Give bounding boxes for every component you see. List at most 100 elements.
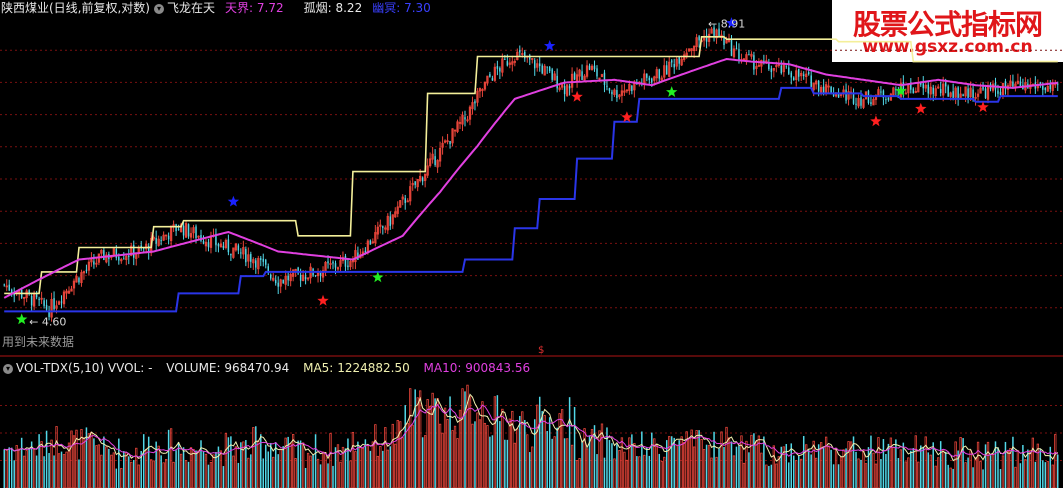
volume-bar <box>262 458 265 488</box>
candle-body <box>449 141 451 145</box>
buy-star-marker <box>16 313 28 325</box>
volume-bar <box>683 442 686 488</box>
volume-bar <box>62 454 66 488</box>
candle-body <box>3 284 5 286</box>
volume-bar <box>663 456 666 488</box>
candle-body <box>748 54 750 56</box>
volume-bar <box>306 452 310 488</box>
volume-bar <box>830 449 832 488</box>
volume-bar <box>526 434 529 488</box>
volume-bar <box>38 434 40 488</box>
volume-bar <box>1014 466 1017 488</box>
candle-body <box>962 94 964 97</box>
volume-bar <box>807 449 810 488</box>
volume-bar <box>907 457 910 488</box>
volume-bar <box>32 448 36 488</box>
volume-bar <box>93 438 95 488</box>
volume-bar <box>294 458 297 488</box>
volume-bar <box>409 388 412 488</box>
volume-bar <box>40 441 43 488</box>
volume-bar <box>837 464 840 488</box>
candle-body <box>202 241 205 244</box>
volume-bar <box>660 461 663 488</box>
candle-body <box>260 258 262 260</box>
volume-bar <box>880 458 882 488</box>
volume-bar <box>35 455 38 488</box>
bottom-star-marker <box>621 111 633 123</box>
volume-bar <box>707 445 711 488</box>
volume-bar <box>82 437 86 488</box>
volume-bar <box>1024 459 1027 488</box>
volume-bar <box>48 453 50 488</box>
volume-bar <box>603 457 606 488</box>
volume-bar <box>53 455 55 488</box>
volume-bar <box>197 450 200 488</box>
ma10-label: MA10: <box>423 361 462 375</box>
volume-bar <box>543 415 546 488</box>
kline-volume-chart[interactable]: ← 8.91 ← 4.60 <box>0 0 1063 488</box>
volume-bar <box>944 451 947 488</box>
volume-bar <box>967 457 969 488</box>
volume-bar <box>793 455 795 488</box>
bottom-star-marker <box>870 115 882 127</box>
volume-bar <box>60 451 63 488</box>
volume-bar <box>123 451 125 488</box>
volume-bar <box>551 438 553 488</box>
candle-body <box>78 278 80 283</box>
volume-bar <box>648 455 651 488</box>
volume-bar <box>790 443 793 488</box>
volume-options-icon[interactable]: ▾ <box>3 363 13 374</box>
candle-body <box>30 295 33 306</box>
volume-bar <box>304 467 307 488</box>
volume-bar <box>391 423 394 488</box>
candle-body <box>250 254 252 262</box>
buy-star-marker <box>666 86 678 97</box>
candle-body <box>128 255 130 257</box>
candle-body <box>240 252 242 254</box>
candle-body <box>334 263 337 268</box>
volume-bar <box>28 448 30 488</box>
volume-bar <box>755 440 758 488</box>
volume-bar <box>269 442 272 488</box>
volume-bar <box>339 461 342 488</box>
candle-body <box>414 181 416 185</box>
candle-body <box>1049 84 1052 90</box>
candle-body <box>93 261 95 265</box>
volume-bar <box>832 464 835 488</box>
candle-body <box>504 58 506 60</box>
volume-bar <box>954 441 957 488</box>
volume-bar <box>354 451 357 488</box>
volume-bar <box>585 448 589 488</box>
volume-bar <box>655 444 658 488</box>
volume-bar <box>182 447 185 488</box>
buy-star-marker <box>372 271 384 283</box>
volume-bar <box>23 455 26 488</box>
volume-bar <box>690 429 693 488</box>
volume-bar <box>177 442 180 488</box>
volume-bar <box>97 444 101 488</box>
volume-bar <box>508 418 511 488</box>
volume-bar <box>596 454 598 488</box>
candle-body <box>262 258 265 262</box>
candle-body <box>593 65 596 70</box>
volume-bar <box>631 434 633 488</box>
volume-bar <box>265 444 267 488</box>
volume-bar <box>491 435 494 488</box>
candle-body <box>489 74 491 77</box>
volume-bar <box>449 396 451 488</box>
candle-body <box>237 245 240 251</box>
candle-body <box>785 65 788 67</box>
candle-body <box>167 235 170 240</box>
volume-bar <box>446 419 449 488</box>
volume-bar <box>670 436 673 488</box>
volume-bar <box>997 447 999 488</box>
volume-bar <box>327 463 329 488</box>
candle-body <box>1042 85 1044 90</box>
volume-bar <box>748 452 750 488</box>
volume-bar <box>665 440 668 488</box>
volume-bar <box>904 461 907 488</box>
volume-bar <box>152 460 155 488</box>
volume-bar <box>939 441 942 488</box>
volume-bar <box>902 442 905 488</box>
volume-bar <box>87 433 91 488</box>
